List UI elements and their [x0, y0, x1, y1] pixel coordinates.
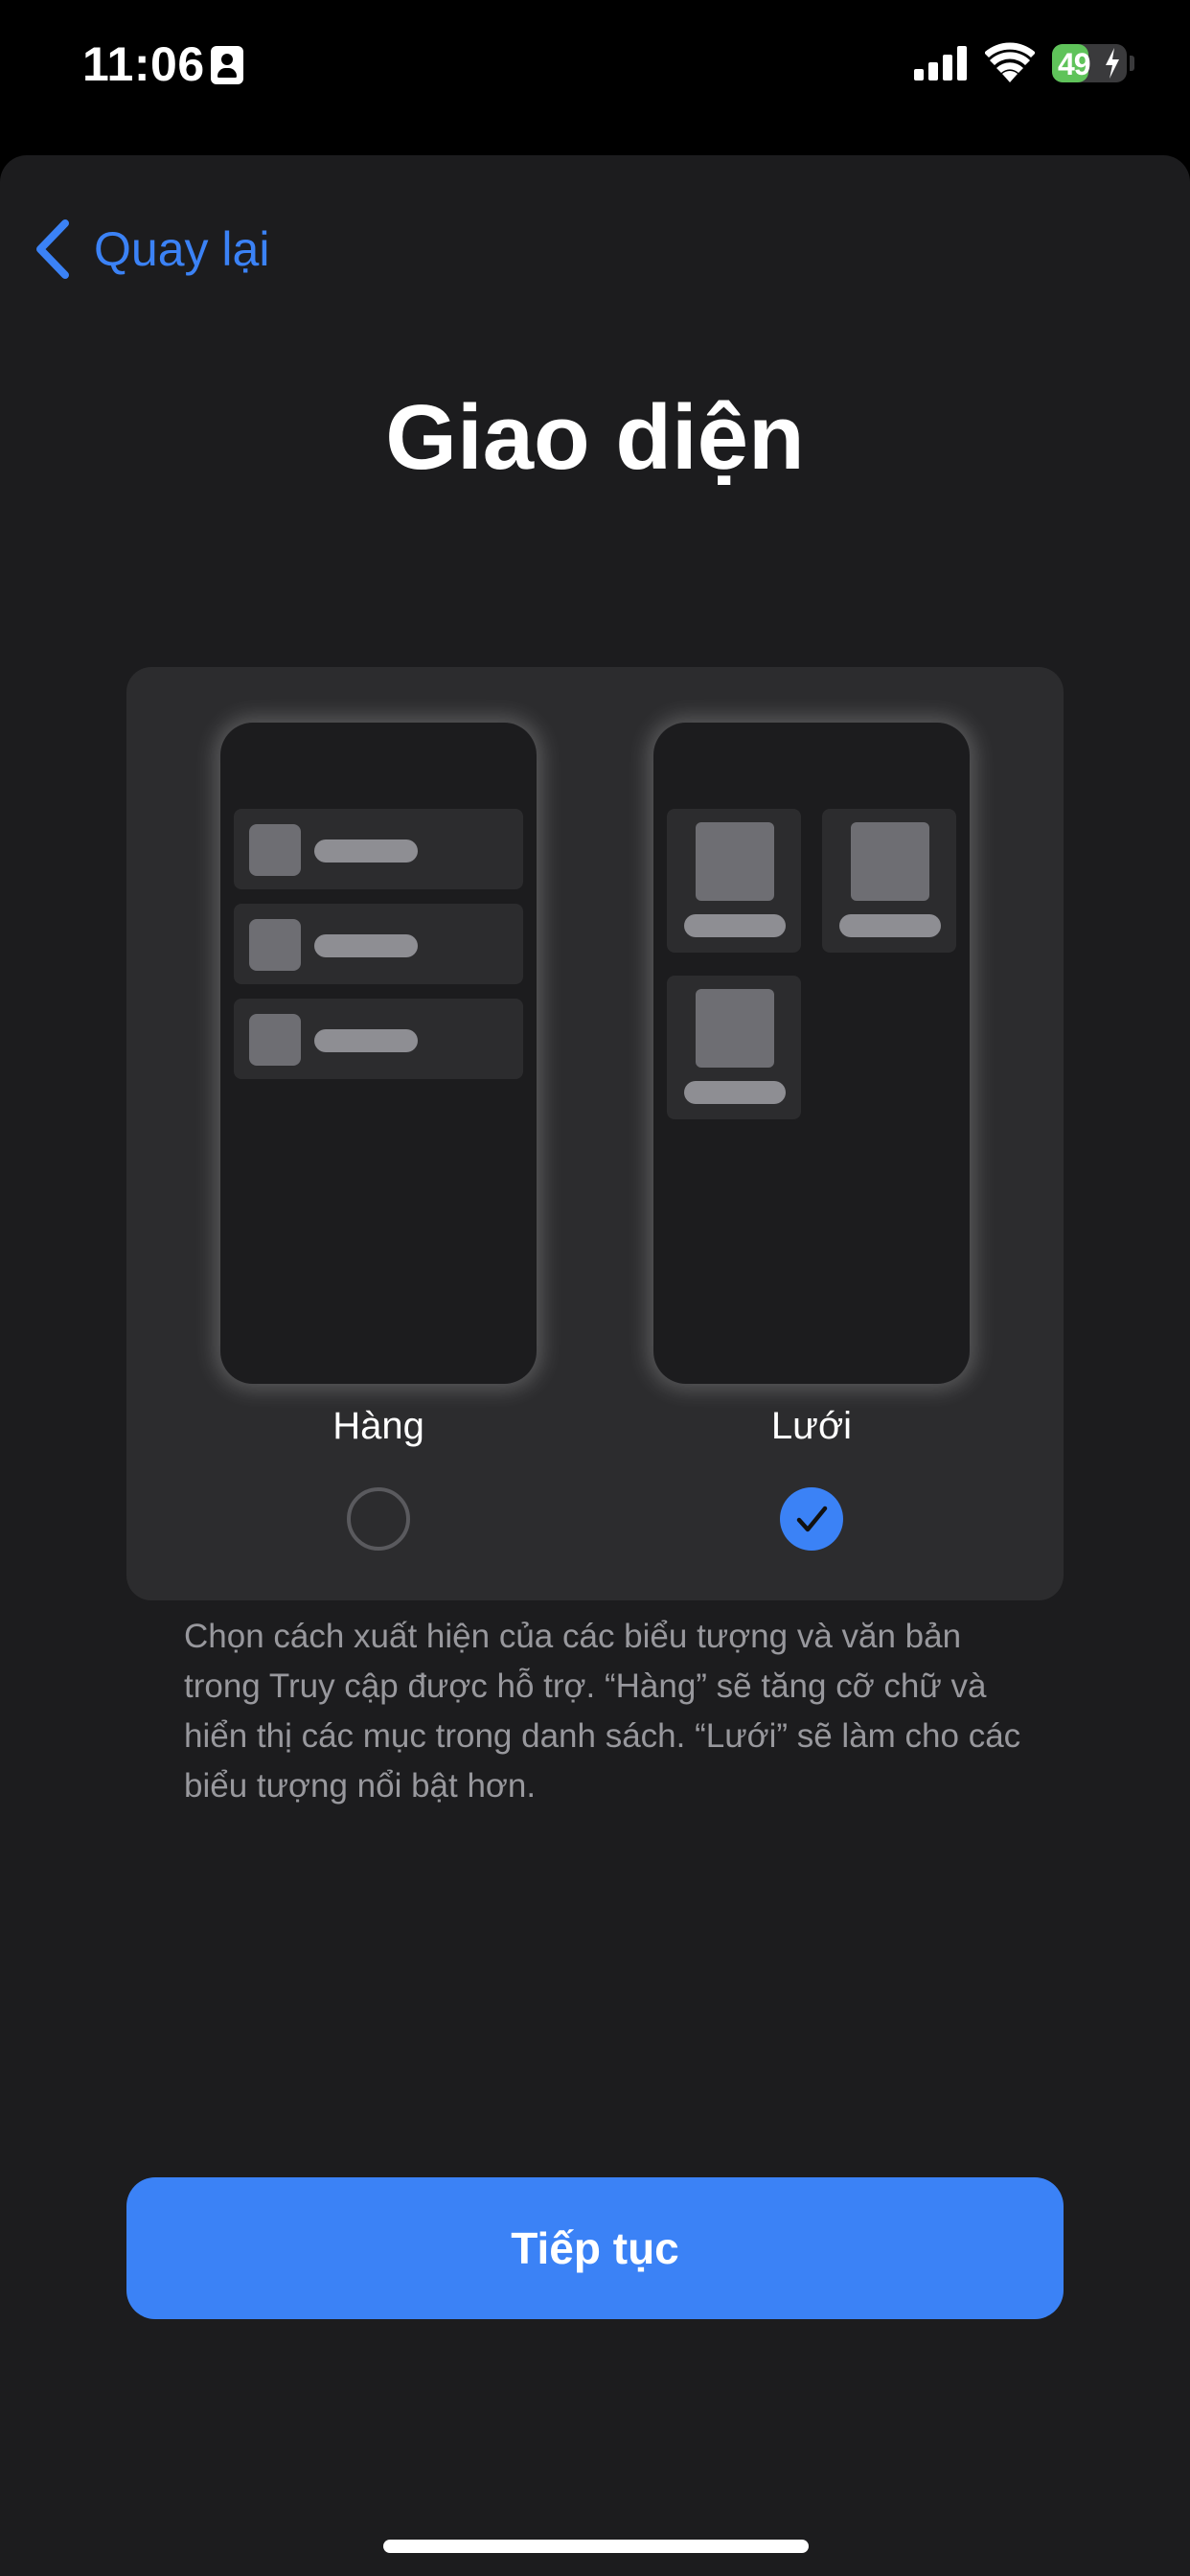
back-label: Quay lại — [94, 222, 270, 276]
row-preview-thumb — [249, 1014, 301, 1066]
continue-label: Tiếp tục — [511, 2223, 679, 2273]
charging-bolt-icon — [1106, 48, 1119, 79]
battery-percent: 49 — [1058, 47, 1091, 81]
row-preview-thumb — [249, 824, 301, 876]
row-layout-preview[interactable] — [220, 723, 537, 1384]
row-option-radio[interactable] — [347, 1487, 410, 1551]
row-preview-thumb — [249, 919, 301, 971]
status-bar: 11:06 49 — [0, 0, 1190, 144]
grid-preview-item — [667, 976, 801, 1119]
row-preview-item — [234, 999, 523, 1079]
back-button[interactable]: Quay lại — [34, 211, 269, 288]
row-preview-bar — [314, 840, 418, 862]
grid-option-radio[interactable] — [780, 1487, 843, 1551]
layout-description: Chọn cách xuất hiện của các biểu tượng v… — [184, 1618, 1021, 1805]
grid-preview-bar — [839, 914, 941, 937]
grid-preview-bar — [684, 914, 786, 937]
grid-preview-item — [822, 809, 956, 953]
row-preview-bar — [314, 934, 418, 957]
row-preview-item — [234, 809, 523, 889]
home-indicator[interactable] — [383, 2540, 809, 2553]
grid-preview-thumb — [851, 822, 929, 901]
continue-button[interactable]: Tiếp tục — [126, 2177, 1064, 2319]
row-preview-bar — [314, 1029, 418, 1052]
grid-option-label: Lưới — [770, 1405, 853, 1447]
row-preview-item — [234, 904, 523, 984]
grid-preview-item — [667, 809, 801, 953]
checkmark-icon — [796, 1506, 828, 1532]
grid-preview-bar — [684, 1081, 786, 1104]
contact-card-icon — [211, 46, 243, 84]
row-option-label: Hàng — [332, 1405, 424, 1447]
setup-sheet: Quay lại Giao diện Hàng Lưới Chọn cách x… — [0, 155, 1190, 2576]
layout-options-card: Hàng Lưới — [126, 667, 1064, 1600]
signal-icon — [914, 46, 967, 80]
battery-icon: 49 — [1052, 44, 1127, 82]
grid-preview-thumb — [696, 822, 774, 901]
status-time: 11:06 — [82, 37, 205, 91]
battery-cap — [1130, 56, 1134, 71]
grid-preview-thumb — [696, 989, 774, 1068]
page-title: Giao diện — [385, 386, 805, 489]
chevron-left-icon — [36, 219, 69, 279]
grid-layout-preview[interactable] — [653, 723, 970, 1384]
wifi-icon — [985, 42, 1035, 82]
